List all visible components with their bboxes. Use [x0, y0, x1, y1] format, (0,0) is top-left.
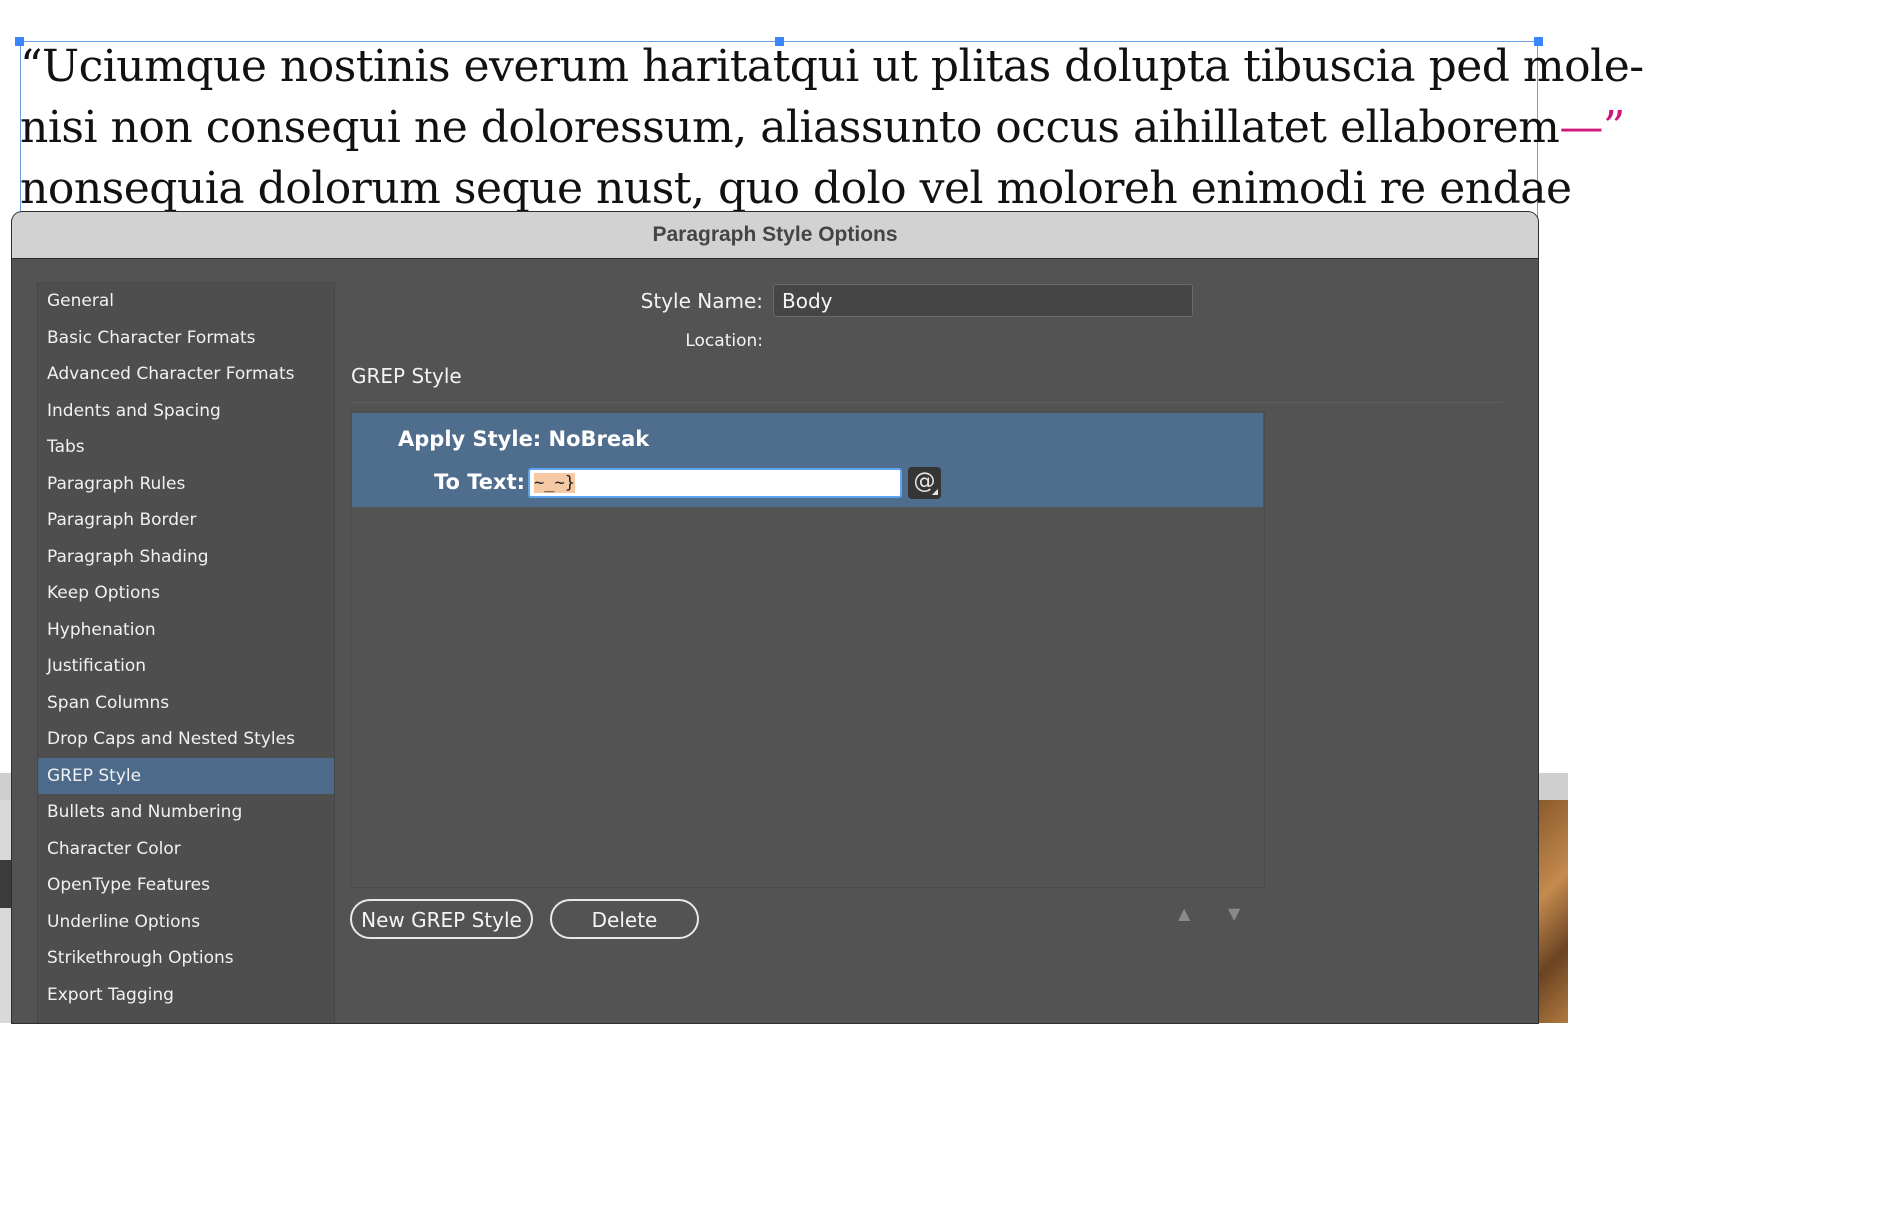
- sidebar-item-general[interactable]: General: [38, 283, 334, 320]
- to-text-label: To Text:: [434, 470, 526, 494]
- sidebar-item-hyphenation[interactable]: Hyphenation: [38, 612, 334, 649]
- apply-style-value[interactable]: NoBreak: [549, 427, 650, 451]
- sidebar-item-justification[interactable]: Justification: [38, 648, 334, 685]
- document-text[interactable]: “Uciumque nostinis everum haritatqui ut …: [20, 36, 1644, 219]
- style-name-label: Style Name:: [640, 289, 763, 313]
- sidebar-item-bullets-and-numbering[interactable]: Bullets and Numbering: [38, 794, 334, 831]
- section-divider: [351, 402, 1503, 403]
- sidebar-item-advanced-character-formats[interactable]: Advanced Character Formats: [38, 356, 334, 393]
- category-list: General Basic Character Formats Advanced…: [37, 282, 335, 1023]
- section-title: GREP Style: [351, 364, 462, 388]
- move-up-icon[interactable]: ▲: [1178, 904, 1190, 923]
- selected-text: ~_~}: [534, 473, 575, 493]
- sidebar-item-drop-caps[interactable]: Drop Caps and Nested Styles: [38, 721, 334, 758]
- sidebar-item-grep-style[interactable]: GREP Style: [38, 757, 334, 794]
- sidebar-item-character-color[interactable]: Character Color: [38, 831, 334, 868]
- special-characters-button[interactable]: @ ◢: [908, 467, 941, 499]
- document-line: nisi non consequi ne doloressum, aliassu…: [20, 102, 1625, 153]
- move-down-icon[interactable]: ▼: [1228, 904, 1240, 923]
- grep-style-list[interactable]: Apply Style: NoBreak To Text: ~_~} @ ◢: [350, 411, 1265, 888]
- sidebar-item-export-tagging[interactable]: Export Tagging: [38, 977, 334, 1014]
- to-text-input[interactable]: ~_~}: [528, 468, 902, 498]
- sidebar-item-paragraph-border[interactable]: Paragraph Border: [38, 502, 334, 539]
- paragraph-style-dialog: Paragraph Style Options General Basic Ch…: [12, 212, 1538, 1023]
- sidebar-item-keep-options[interactable]: Keep Options: [38, 575, 334, 612]
- sidebar-item-tabs[interactable]: Tabs: [38, 429, 334, 466]
- grep-style-row[interactable]: Apply Style: NoBreak To Text: ~_~} @ ◢: [352, 413, 1263, 507]
- sidebar-item-paragraph-shading[interactable]: Paragraph Shading: [38, 539, 334, 576]
- sidebar-item-paragraph-rules[interactable]: Paragraph Rules: [38, 466, 334, 503]
- style-name-input[interactable]: Body: [773, 284, 1193, 317]
- dash-quote: —”: [1559, 102, 1625, 153]
- sidebar-item-strikethrough-options[interactable]: Strikethrough Options: [38, 940, 334, 977]
- sidebar-item-opentype-features[interactable]: OpenType Features: [38, 867, 334, 904]
- delete-button[interactable]: Delete: [550, 899, 699, 939]
- background-image: [1538, 800, 1568, 1023]
- document-line: “Uciumque nostinis everum haritatqui ut …: [20, 41, 1644, 92]
- location-label: Location:: [685, 331, 763, 351]
- document-line: nonsequia dolorum seque nust, quo dolo v…: [20, 163, 1572, 214]
- sidebar-item-indents-and-spacing[interactable]: Indents and Spacing: [38, 393, 334, 430]
- sidebar-item-underline-options[interactable]: Underline Options: [38, 904, 334, 941]
- apply-style-label: Apply Style: NoBreak: [398, 427, 650, 451]
- dropdown-triangle-icon: ◢: [931, 487, 938, 496]
- dialog-title: Paragraph Style Options: [12, 212, 1538, 259]
- sidebar-item-span-columns[interactable]: Span Columns: [38, 685, 334, 722]
- new-grep-style-button[interactable]: New GREP Style: [350, 899, 533, 939]
- sidebar-item-basic-character-formats[interactable]: Basic Character Formats: [38, 320, 334, 357]
